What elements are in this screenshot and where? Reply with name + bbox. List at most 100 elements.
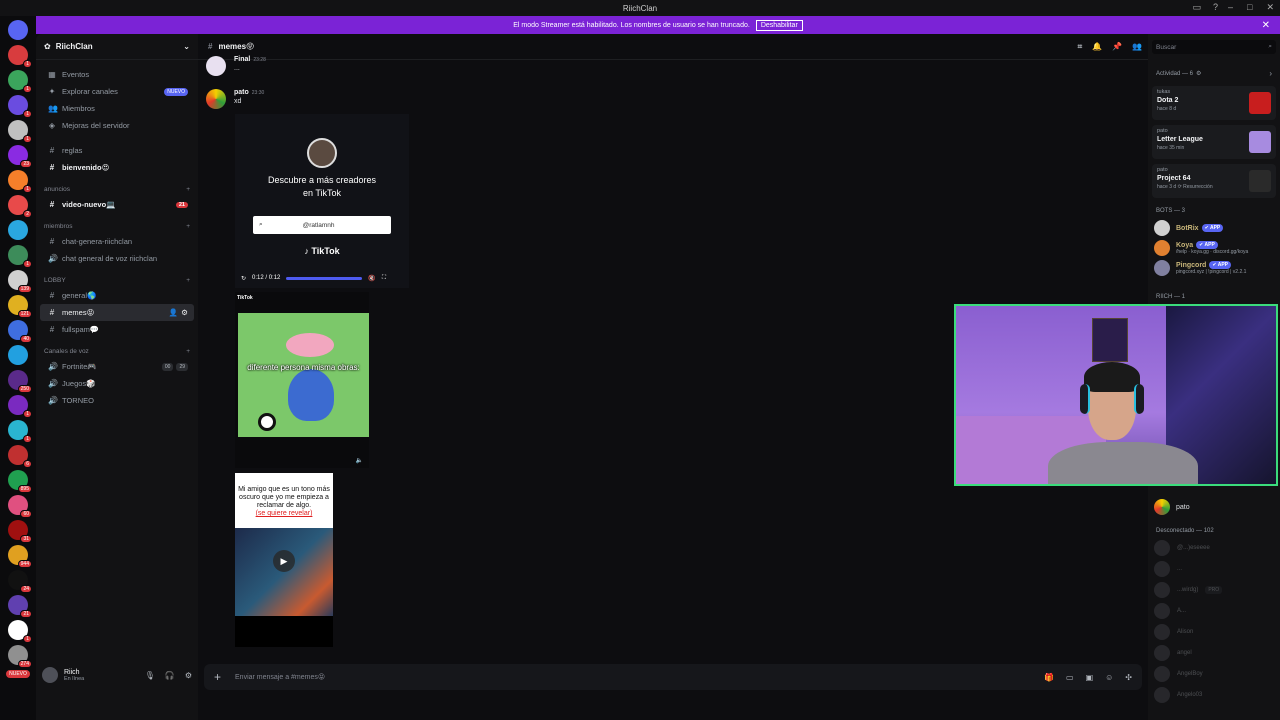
gift-icon[interactable]: 🎁 xyxy=(1044,673,1054,682)
composer-placeholder[interactable]: Enviar mensaje a #memes😝 xyxy=(235,673,325,681)
microphone-icon[interactable]: 🎙 xyxy=(145,671,155,680)
member-item[interactable]: Angelo03 xyxy=(1154,687,1202,703)
member-item[interactable]: ... xyxy=(1154,561,1182,577)
server-icon[interactable]: 1 xyxy=(8,45,32,68)
server-icon[interactable]: 40 xyxy=(8,320,32,343)
member-item[interactable]: pato xyxy=(1154,499,1190,515)
member-item[interactable]: @...)eseeee xyxy=(1154,540,1210,556)
server-icon[interactable]: 121 xyxy=(8,295,32,318)
avatar[interactable] xyxy=(206,56,226,76)
play-icon[interactable]: ▶ xyxy=(273,550,295,572)
server-icon[interactable] xyxy=(8,345,28,365)
member-item[interactable]: BotRix ✔ APP xyxy=(1154,220,1224,236)
server-icon[interactable]: 944 xyxy=(8,545,32,568)
channel-item[interactable]: 🔊 Fortnite🎮 00 29 xyxy=(40,358,194,375)
server-icon[interactable]: 31 xyxy=(8,520,32,543)
emoji-icon[interactable]: ☺ xyxy=(1105,673,1113,682)
help-icon[interactable]: ? xyxy=(1213,2,1218,13)
server-icon[interactable]: 1 xyxy=(8,95,32,118)
gif-icon[interactable]: ▭ xyxy=(1066,673,1074,682)
replay-icon[interactable]: ↻ xyxy=(241,275,246,282)
sticker-icon[interactable]: ▣ xyxy=(1086,673,1094,682)
server-icon[interactable]: 1 xyxy=(8,70,32,93)
channel-item[interactable]: # reglas xyxy=(40,142,194,159)
volume-icon[interactable]: 🔈 xyxy=(356,457,363,464)
add-attachment-icon[interactable]: + xyxy=(214,670,221,684)
server-icon[interactable]: 1 xyxy=(8,620,32,643)
channel-item[interactable]: # memes😝 👤 ⚙ xyxy=(40,304,194,321)
channel-item[interactable]: # general🌎 xyxy=(40,287,194,304)
channel-item[interactable]: 🔊 TORNEO xyxy=(40,392,194,409)
channel-item[interactable]: 🔊 Juegos🎲 xyxy=(40,375,194,392)
settings-gear-icon[interactable]: ⚙ xyxy=(185,671,192,680)
activity-card[interactable]: tukas Dota 2 hace 8 d xyxy=(1152,86,1276,120)
guild-menu-item[interactable]: ✦ Explorar canales NUEVO xyxy=(40,83,194,100)
activity-card[interactable]: pato Letter League hace 35 min xyxy=(1152,125,1276,159)
threads-icon[interactable]: ⌗ xyxy=(1078,42,1083,52)
server-icon[interactable]: 250 xyxy=(8,370,32,393)
channel-item[interactable]: # video-nuevo💻 21 xyxy=(40,196,194,213)
close-button[interactable]: ✕ xyxy=(1266,2,1274,13)
server-icon[interactable]: 274 xyxy=(8,645,32,668)
close-icon[interactable]: ✕ xyxy=(1262,20,1270,31)
add-channel-icon[interactable]: + xyxy=(186,348,190,355)
avatar[interactable] xyxy=(206,89,226,109)
member-item[interactable]: ...wirdg) PRO xyxy=(1154,582,1223,598)
category-miembros[interactable]: miembros + xyxy=(36,219,198,233)
maximize-button[interactable]: □ xyxy=(1247,2,1252,13)
headphones-icon[interactable]: 🎧 xyxy=(165,671,175,680)
activity-card[interactable]: pato Project 64 hace 3 d ⟳ Resurrección xyxy=(1152,164,1276,198)
channel-item[interactable]: 🔊 chat general de voz riichclan xyxy=(40,250,194,267)
add-channel-icon[interactable]: + xyxy=(186,186,190,193)
member-list-icon[interactable]: 👥 xyxy=(1132,42,1142,52)
server-icon[interactable]: 21 xyxy=(8,595,32,618)
server-icon[interactable]: 1 xyxy=(8,395,32,418)
minimize-button[interactable]: – xyxy=(1228,2,1233,13)
search-input[interactable]: Buscar ⌕ xyxy=(1152,40,1276,54)
bell-icon[interactable]: 🔔 xyxy=(1092,42,1102,52)
member-item[interactable]: Koya ✔ APP/help · koya.gg · discord.gg/ko… xyxy=(1154,240,1248,256)
server-icon[interactable] xyxy=(8,220,28,240)
settings-gear-icon[interactable]: ⚙ xyxy=(1196,70,1201,77)
guild-menu-item[interactable]: 👥 Miembros xyxy=(40,100,194,117)
channel-item[interactable]: # bienvenido😍 xyxy=(40,159,194,176)
server-icon[interactable]: 1 xyxy=(8,420,32,443)
video-attachment[interactable]: TikTok diferente persona misma obras: 🔈 xyxy=(235,292,369,468)
member-item[interactable]: AngelBoy xyxy=(1154,666,1203,682)
server-icon[interactable]: 139 xyxy=(8,270,32,293)
inbox-icon[interactable]: ▭ xyxy=(1192,2,1201,13)
server-icon[interactable]: 6 xyxy=(8,445,32,468)
tiktok-search[interactable]: ⌕ @ratlamnh xyxy=(253,216,391,234)
guild-menu-item[interactable]: ◈ Mejoras del servidor xyxy=(40,117,194,134)
server-icon[interactable]: 1 xyxy=(8,245,32,268)
server-icon[interactable]: 2 xyxy=(8,195,32,218)
member-item[interactable]: angel xyxy=(1154,645,1192,661)
member-item[interactable]: Alison xyxy=(1154,624,1193,640)
avatar[interactable] xyxy=(42,667,58,683)
category-voz[interactable]: Canales de voz + xyxy=(36,344,198,358)
member-item[interactable]: A... xyxy=(1154,603,1186,619)
tiktok-embed[interactable]: Descubre a más creadores en TikTok ⌕ @ra… xyxy=(235,114,409,288)
message-composer[interactable]: + Enviar mensaje a #memes😝 🎁 ▭ ▣ ☺ ✣ xyxy=(204,664,1142,690)
settings-gear-icon[interactable]: ⚙ xyxy=(181,308,188,317)
server-icon[interactable]: 24 xyxy=(8,570,32,593)
video-progress-bar[interactable] xyxy=(286,276,363,280)
pin-icon[interactable]: 📌 xyxy=(1112,42,1122,52)
apps-icon[interactable]: ✣ xyxy=(1125,673,1132,682)
server-icon[interactable]: 23 xyxy=(8,145,32,168)
server-icon[interactable]: 1 xyxy=(8,120,32,143)
message-author[interactable]: Final xyxy=(234,56,250,63)
category-lobby[interactable]: LOBBY + xyxy=(36,273,198,287)
guild-menu-item[interactable]: ▦ Eventos xyxy=(40,66,194,83)
category-anuncios[interactable]: anuncios + xyxy=(36,182,198,196)
disable-streamer-button[interactable]: Deshabilitar xyxy=(755,19,803,31)
add-channel-icon[interactable]: + xyxy=(186,223,190,230)
channel-item[interactable]: # fullspam💬 xyxy=(40,321,194,338)
video-attachment[interactable]: Mi amigo que es un tono más oscuro que y… xyxy=(235,473,333,647)
server-icon[interactable]: 60 xyxy=(8,495,32,518)
volume-icon[interactable]: 🔇 xyxy=(368,275,375,282)
channel-item[interactable]: # chat-genera-riichclan xyxy=(40,233,194,250)
server-icon[interactable]: 895 xyxy=(8,470,32,493)
add-channel-icon[interactable]: + xyxy=(186,277,190,284)
guild-header[interactable]: ✿ RiichClan ⌄ xyxy=(36,34,198,60)
